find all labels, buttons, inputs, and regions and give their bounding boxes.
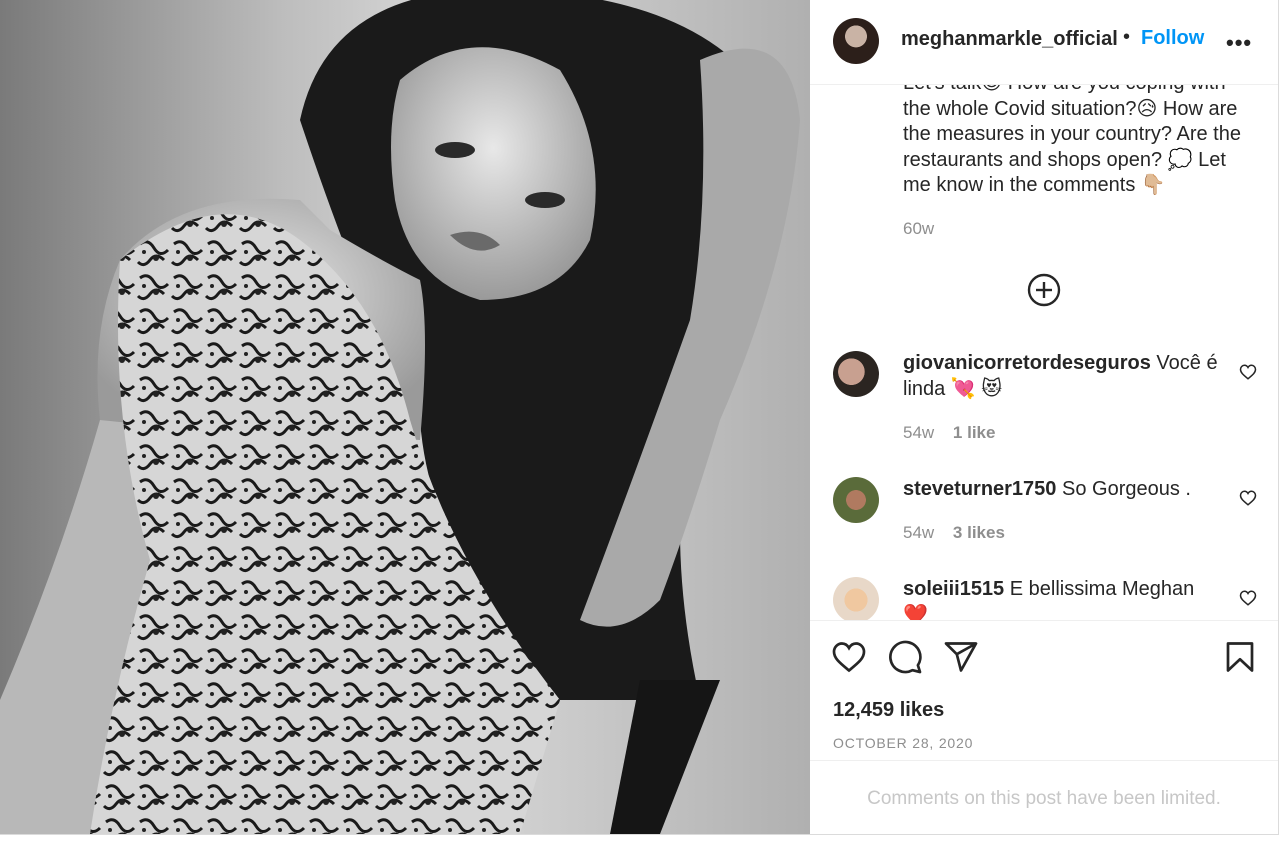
commenter-avatar[interactable] bbox=[833, 351, 879, 397]
comments-scroll-area[interactable]: Let's talk😊 How are you coping with the … bbox=[810, 85, 1278, 620]
caption-timestamp: 60w bbox=[903, 219, 935, 238]
comment-meta: 54w 3 likes bbox=[903, 523, 1005, 543]
heart-icon[interactable] bbox=[1239, 363, 1257, 381]
comment-timestamp: 54w bbox=[903, 423, 935, 442]
likes-count[interactable]: 12,459 likes bbox=[833, 699, 944, 722]
post-caption: Let's talk😊 How are you coping with the … bbox=[903, 85, 1241, 196]
comment-timestamp: 54w bbox=[903, 523, 935, 542]
heart-icon[interactable] bbox=[831, 639, 867, 675]
comment-likes[interactable]: 3 likes bbox=[953, 523, 1005, 542]
post-photo[interactable] bbox=[0, 0, 810, 834]
paper-plane-icon[interactable] bbox=[943, 639, 979, 675]
heart-icon[interactable] bbox=[1239, 489, 1257, 507]
author-avatar[interactable] bbox=[833, 18, 879, 64]
comment-icon[interactable] bbox=[887, 639, 923, 675]
post-sidebar: meghanmarkle_official • Follow ••• Let's… bbox=[810, 0, 1278, 834]
commenter-username[interactable]: giovanicorretordeseguros bbox=[903, 352, 1151, 374]
comment-body: soleiii1515 E bellissima Meghan ❤️ bbox=[903, 577, 1223, 620]
post-date: OCTOBER 28, 2020 bbox=[833, 735, 974, 751]
comment-body: giovanicorretordeseguros Você é linda 💘 … bbox=[903, 351, 1223, 402]
commenter-avatar[interactable] bbox=[833, 577, 879, 620]
comments-limited-notice: Comments on this post have been limited. bbox=[810, 760, 1278, 834]
post-actions: 12,459 likes OCTOBER 28, 2020 bbox=[810, 620, 1278, 761]
comment-likes[interactable]: 1 like bbox=[953, 423, 996, 442]
bookmark-icon[interactable] bbox=[1222, 639, 1258, 675]
post-header: meghanmarkle_official • Follow ••• bbox=[810, 0, 1278, 85]
commenter-username[interactable]: soleiii1515 bbox=[903, 578, 1004, 600]
commenter-username[interactable]: steveturner1750 bbox=[903, 478, 1056, 500]
commenter-avatar[interactable] bbox=[833, 477, 879, 523]
comment-meta: 54w 1 like bbox=[903, 423, 995, 443]
plus-circle-icon[interactable] bbox=[1027, 273, 1061, 307]
comment-text: So Gorgeous . bbox=[1062, 478, 1191, 500]
header-separator: • bbox=[1123, 26, 1131, 48]
author-username[interactable]: meghanmarkle_official bbox=[901, 28, 1118, 51]
instagram-post: meghanmarkle_official • Follow ••• Let's… bbox=[0, 0, 1279, 835]
heart-icon[interactable] bbox=[1239, 589, 1257, 607]
follow-button[interactable]: Follow bbox=[1141, 27, 1204, 50]
post-photo-illustration bbox=[0, 0, 800, 834]
more-options-icon[interactable]: ••• bbox=[1226, 30, 1252, 56]
comment-body: steveturner1750 So Gorgeous . bbox=[903, 477, 1223, 503]
